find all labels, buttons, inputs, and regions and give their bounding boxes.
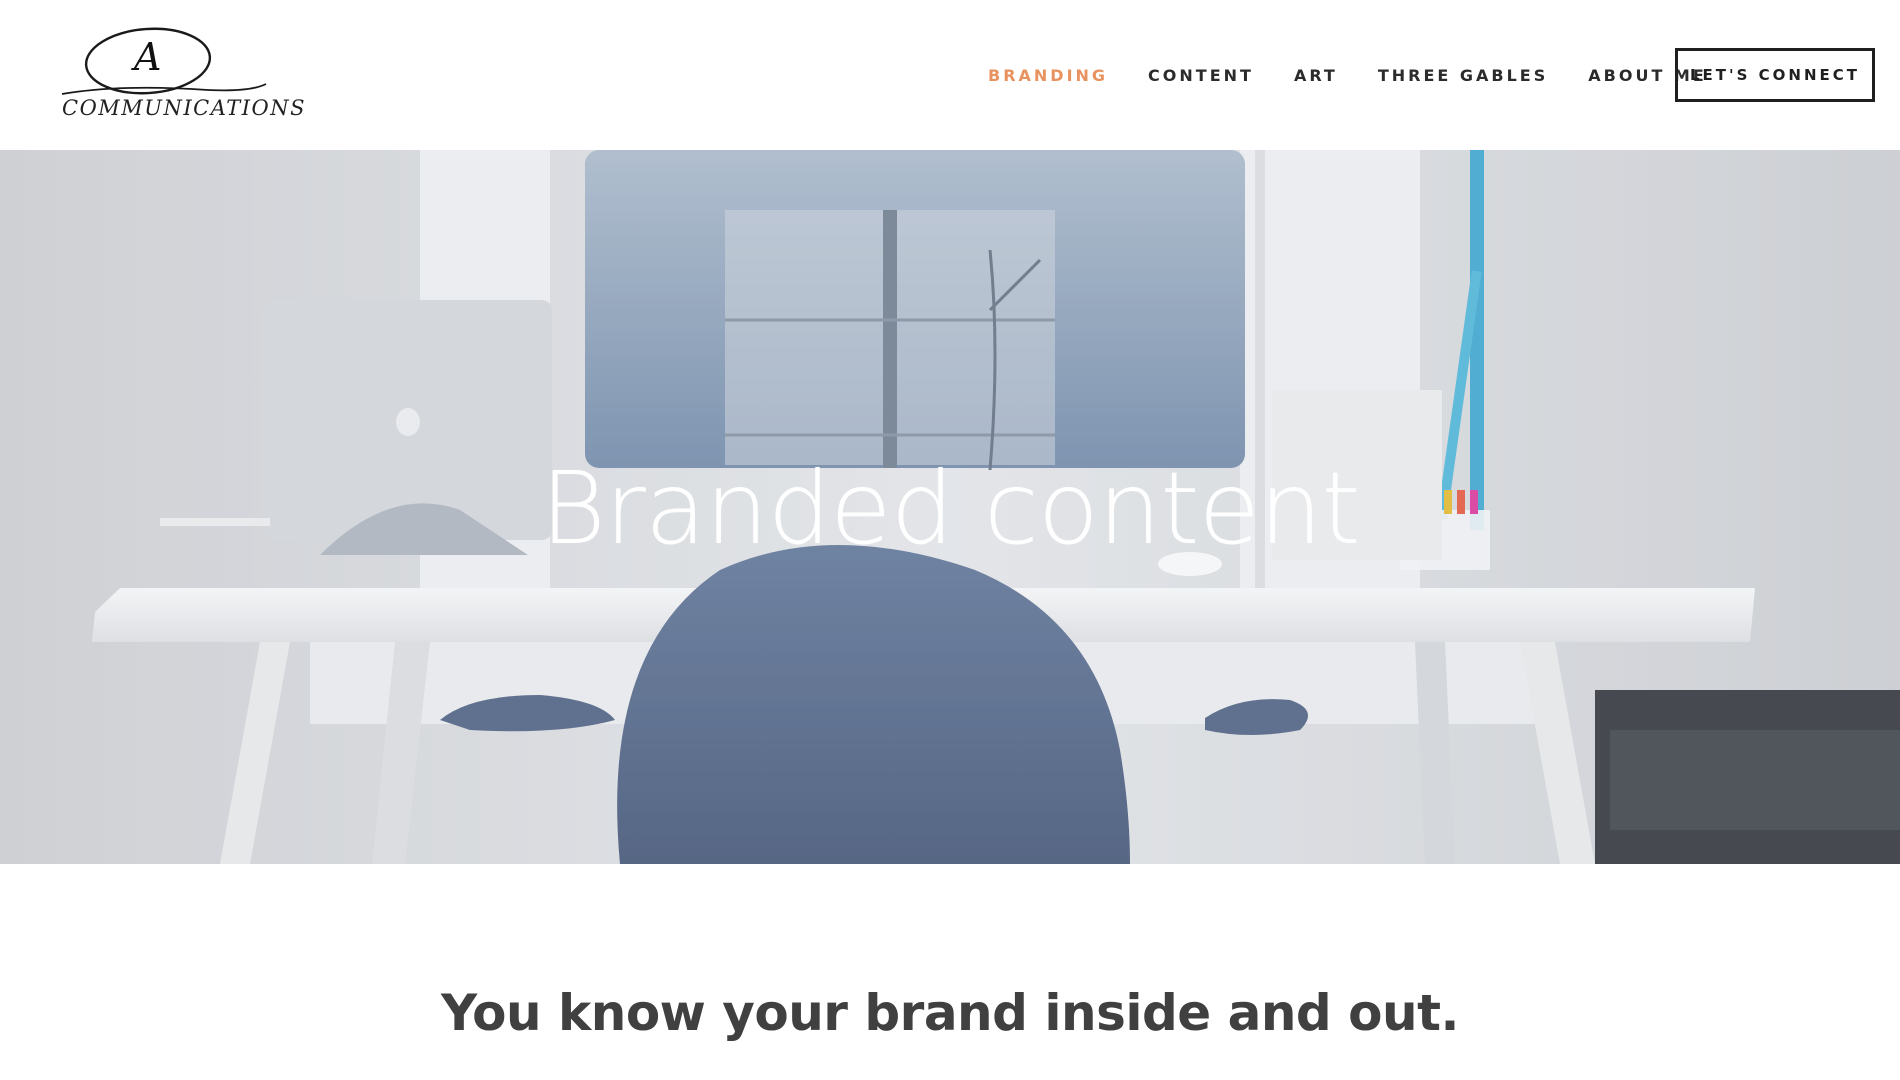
nav-item-content[interactable]: CONTENT [1148,66,1254,85]
site-logo[interactable]: A COMMUNICATIONS [60,26,305,126]
nav-item-three-gables[interactable]: THREE GABLES [1378,66,1548,85]
site-header: A COMMUNICATIONS BRANDING CONTENT ART TH… [0,0,1900,150]
logo-initial: A [131,35,161,79]
nav-item-branding[interactable]: BRANDING [988,66,1108,85]
hero-title: Branded content [540,450,1360,567]
logo-ellipse-icon: A [61,27,267,95]
logo-wordmark: COMMUNICATIONS [62,96,307,120]
main-nav: BRANDING CONTENT ART THREE GABLES ABOUT … [988,48,1747,102]
lets-connect-button[interactable]: LET'S CONNECT [1675,48,1875,102]
nav-item-art[interactable]: ART [1294,66,1338,85]
hero-banner: Branded content [0,150,1900,864]
section-headline: You know your brand inside and out. [441,984,1459,1042]
